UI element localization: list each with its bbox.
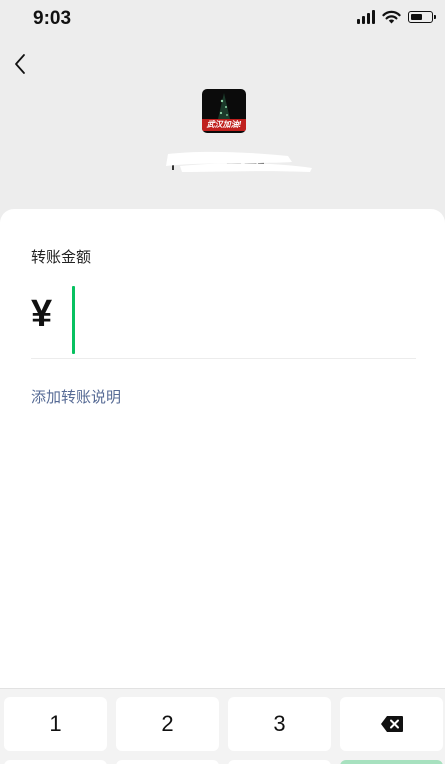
key-4[interactable] bbox=[4, 760, 107, 764]
payee-name-redacted bbox=[160, 150, 316, 174]
chevron-left-icon bbox=[15, 54, 25, 74]
amount-label: 转账金额 bbox=[31, 248, 92, 266]
status-time: 9:03 bbox=[33, 8, 72, 29]
transfer-card: 转账金额 ¥ 添加转账说明 bbox=[0, 209, 445, 694]
status-bar: 9:03 bbox=[0, 0, 445, 40]
avatar-badge: 武汉加油! bbox=[202, 119, 246, 131]
amount-input[interactable] bbox=[72, 286, 416, 356]
avatar: 武汉加油! bbox=[202, 89, 246, 133]
key-2[interactable]: 2 bbox=[116, 697, 219, 751]
text-cursor bbox=[72, 286, 75, 354]
key-1[interactable]: 1 bbox=[4, 697, 107, 751]
key-6[interactable] bbox=[228, 760, 331, 764]
currency-symbol: ¥ bbox=[31, 293, 53, 335]
add-note-link[interactable]: 添加转账说明 bbox=[31, 386, 121, 407]
status-icons bbox=[357, 10, 436, 24]
wifi-icon bbox=[382, 10, 401, 24]
keypad: 1 2 3 bbox=[0, 688, 445, 764]
confirm-transfer-button[interactable] bbox=[340, 760, 443, 764]
key-label: 3 bbox=[273, 711, 286, 736]
back-button[interactable] bbox=[8, 50, 32, 78]
divider bbox=[31, 358, 416, 359]
key-5[interactable] bbox=[116, 760, 219, 764]
signal-icon bbox=[357, 10, 375, 24]
battery-icon bbox=[408, 11, 436, 23]
key-3[interactable]: 3 bbox=[228, 697, 331, 751]
delete-key[interactable] bbox=[340, 697, 443, 751]
backspace-icon bbox=[380, 716, 403, 732]
key-label: 2 bbox=[161, 711, 174, 736]
key-label: 1 bbox=[49, 711, 62, 736]
